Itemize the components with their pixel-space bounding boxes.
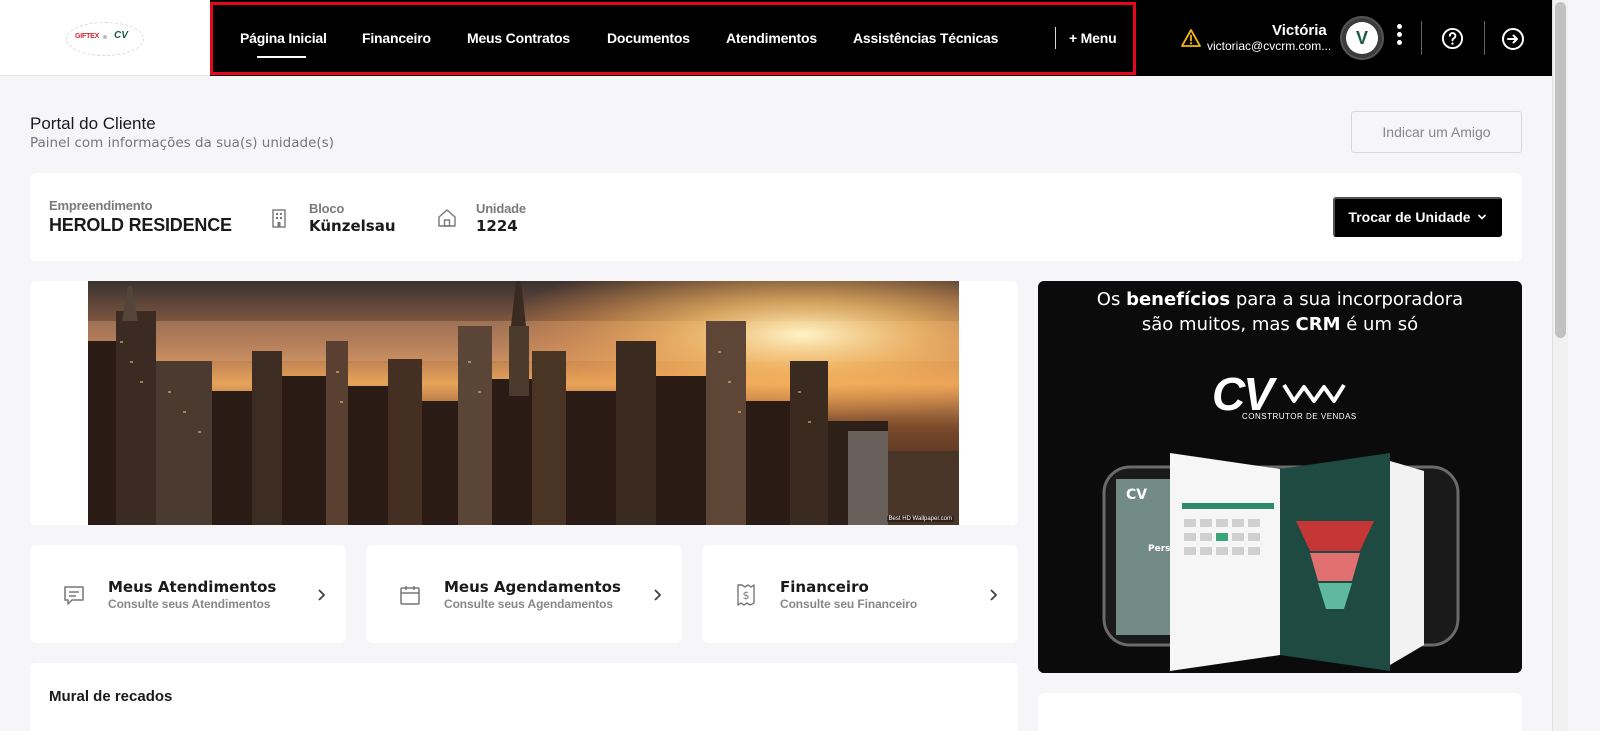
shortcut-subtitle: Consulte seu Financeiro — [780, 597, 918, 611]
home-icon — [438, 209, 456, 227]
brand-logo-area[interactable]: GIFTEX CV — [0, 0, 210, 76]
svg-text:CV: CV — [1126, 487, 1147, 503]
scrollbar-thumb[interactable] — [1555, 2, 1566, 338]
nav-separator — [1055, 27, 1056, 49]
nav-item-documentos[interactable]: Documentos — [607, 30, 690, 46]
page-scrollbar[interactable] — [1552, 0, 1568, 731]
ad-text: são muitos, mas — [1141, 314, 1296, 335]
calendar-icon — [400, 586, 420, 605]
bloco-label: Bloco — [309, 201, 345, 216]
chevron-right-icon — [318, 589, 326, 601]
building-icon — [272, 209, 286, 228]
help-icon[interactable] — [1441, 27, 1464, 50]
ad-banner[interactable]: Os benefícios para a sua incorporadora s… — [1038, 281, 1522, 673]
user-email: victoriac@cvcrm.com... — [1207, 39, 1332, 53]
header-divider — [1484, 21, 1485, 55]
logout-icon[interactable] — [1501, 27, 1525, 51]
ad-text-bold: benefícios — [1126, 289, 1231, 310]
page-subtitle: Painel com informações da sua(s) unidade… — [30, 135, 334, 151]
empreendimento-value: HEROLD RESIDENCE — [49, 215, 232, 235]
unidade-value: 1224 — [476, 217, 518, 235]
ad-text: para a sua incorporadora — [1230, 289, 1464, 310]
ad-logo-wave — [1282, 383, 1346, 403]
change-unit-label: Trocar de Unidade — [1348, 209, 1471, 225]
shortcut-title: Meus Atendimentos — [108, 578, 277, 596]
svg-text:$: $ — [743, 589, 750, 602]
kebab-icon[interactable] — [1392, 24, 1406, 52]
nav-item-assistencias-tecnicas[interactable]: Assistências Técnicas — [853, 30, 998, 46]
unidade-label: Unidade — [476, 201, 526, 216]
avatar[interactable]: V — [1340, 16, 1384, 60]
user-name[interactable]: Victória — [1272, 22, 1327, 39]
shortcut-subtitle: Consulte seus Agendamentos — [444, 597, 613, 611]
shortcut-subtitle: Consulte seus Atendimentos — [108, 597, 271, 611]
ad-text: é um só — [1340, 314, 1419, 335]
ad-headline-line2: são muitos, mas CRM é um só — [1038, 314, 1522, 335]
logo-right-text: CV — [114, 30, 128, 41]
logo-left-text: GIFTEX — [75, 33, 100, 40]
bloco-value: Künzelsau — [309, 217, 396, 235]
shortcut-card-financeiro[interactable]: $ Financeiro Consulte seu Financeiro — [702, 545, 1018, 643]
ad-text: Os — [1096, 289, 1127, 310]
ad-devices-illustration: CV Pers — [1102, 453, 1460, 671]
nav-more-menu[interactable]: + Menu — [1069, 30, 1117, 46]
city-skyline-image — [88, 281, 959, 525]
nav-active-indicator — [257, 56, 306, 58]
secondary-card — [1038, 693, 1522, 731]
brand-logo[interactable]: GIFTEX CV — [66, 22, 144, 56]
ad-text-bold: CRM — [1295, 314, 1341, 335]
nav-item-financeiro[interactable]: Financeiro — [362, 30, 431, 46]
avatar-letter: V — [1346, 22, 1378, 54]
header-divider — [1421, 21, 1422, 55]
logo-separator-dot — [103, 35, 107, 39]
banner-card: Best HD Wallpaper.com — [30, 281, 1018, 525]
message-board-title: Mural de recados — [49, 688, 173, 705]
top-navbar: GIFTEX CV Página Inicial Financeiro Meus… — [0, 0, 1552, 76]
nav-item-pagina-inicial[interactable]: Página Inicial — [240, 30, 327, 46]
page-title: Portal do Cliente — [30, 114, 156, 133]
ad-logo-subtitle: CONSTRUTOR DE VENDAS — [1242, 412, 1357, 421]
shortcut-card-agendamentos[interactable]: Meus Agendamentos Consulte seus Agendame… — [366, 545, 682, 643]
message-board-card: Mural de recados — [30, 663, 1018, 731]
chat-icon — [64, 586, 84, 605]
warning-icon[interactable] — [1181, 29, 1201, 47]
unit-info-card: Empreendimento HEROLD RESIDENCE Bloco Kü… — [30, 173, 1522, 261]
image-watermark: Best HD Wallpaper.com — [886, 516, 954, 522]
shortcut-card-atendimentos[interactable]: Meus Atendimentos Consulte seus Atendime… — [30, 545, 346, 643]
chevron-down-icon — [1477, 214, 1486, 220]
svg-text:Pers: Pers — [1148, 544, 1171, 554]
chevron-right-icon — [990, 589, 998, 601]
nav-item-meus-contratos[interactable]: Meus Contratos — [467, 30, 570, 46]
indicate-friend-button[interactable]: Indicar um Amigo — [1351, 111, 1522, 153]
empreendimento-label: Empreendimento — [49, 198, 153, 213]
shortcut-title: Meus Agendamentos — [444, 578, 621, 596]
change-unit-button[interactable]: Trocar de Unidade — [1333, 197, 1502, 237]
nav-item-atendimentos[interactable]: Atendimentos — [726, 30, 817, 46]
shortcut-title: Financeiro — [780, 578, 869, 596]
ad-headline-line1: Os benefícios para a sua incorporadora — [1038, 289, 1522, 310]
receipt-icon: $ — [737, 584, 755, 606]
chevron-right-icon — [654, 589, 662, 601]
